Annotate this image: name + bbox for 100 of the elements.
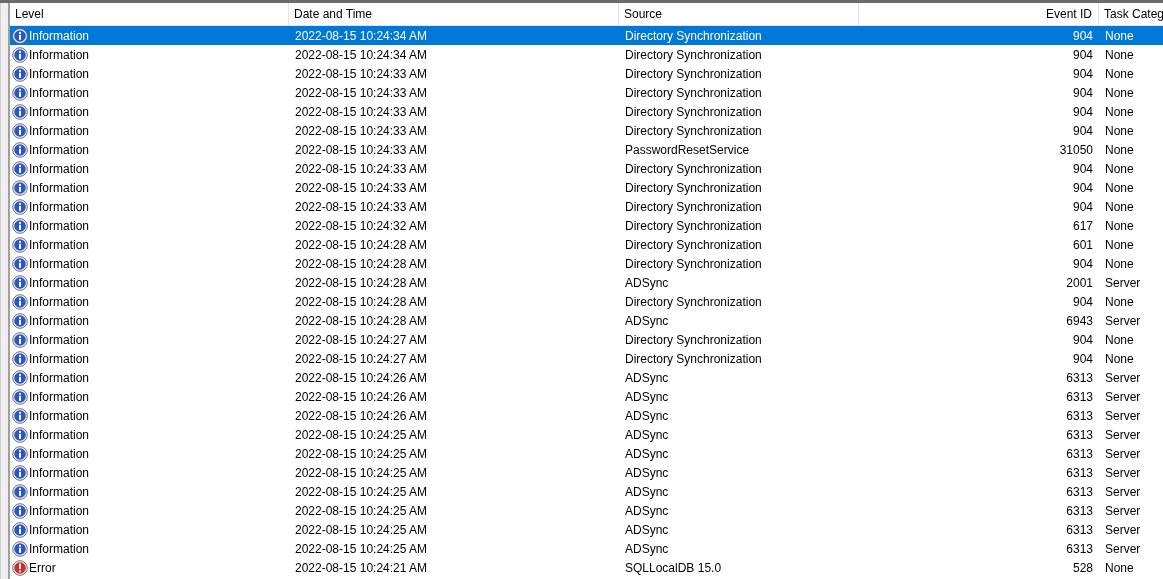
info-icon [12,312,28,329]
table-cell-text: Directory Synchronization [624,217,763,235]
table-cell-text: ADSync [624,483,670,501]
event-row[interactable]: Information 2022-08-15 10:24:33 AM Directory Synchronization 904 None [10,178,1163,197]
table-cell-text: None [1104,198,1134,216]
column-header[interactable]: Level [10,3,289,25]
table-cell-text: Server [1104,407,1141,425]
table-cell-text: 6313 [1065,445,1094,463]
event-row[interactable]: Information 2022-08-15 10:24:33 AM Directory Synchronization 904 None [10,121,1163,140]
table-cell-text: 2022-08-15 10:24:28 AM [294,312,429,330]
table-cell-text: None [1104,27,1134,45]
table-cell-text: Server [1104,483,1141,501]
table-cell-text: 2001 [1065,274,1094,292]
table-cell-text: ADSync [624,521,670,539]
event-row[interactable]: Information 2022-08-15 10:24:26 AM ADSync 6313 Server [10,406,1163,425]
event-row[interactable]: Information 2022-08-15 10:24:26 AM ADSync 6313 Server [10,387,1163,406]
info-icon [12,141,28,158]
event-row[interactable]: Information 2022-08-15 10:24:25 AM ADSync 6313 Server [10,520,1163,539]
table-cell-text: 904 [1071,27,1094,45]
info-icon [12,274,28,291]
table-cell-text: Information [28,217,90,235]
table-cell-text: None [1104,331,1134,349]
event-row[interactable]: Information 2022-08-15 10:24:28 AM ADSync 2001 Server [10,273,1163,292]
event-row[interactable]: Information 2022-08-15 10:24:26 AM ADSync 6313 Server [10,368,1163,387]
table-cell-text: None [1104,65,1134,83]
table-cell-text: 904 [1071,122,1094,140]
table-cell-text: 6313 [1065,464,1094,482]
table-cell-text: ADSync [624,445,670,463]
table-cell-text: 904 [1071,331,1094,349]
table-cell-text: 904 [1071,255,1094,273]
info-icon [12,293,28,310]
column-header[interactable]: Event ID [859,3,1099,25]
table-cell-text: 904 [1071,65,1094,83]
info-icon [12,179,28,196]
event-row[interactable]: Information 2022-08-15 10:24:25 AM ADSync 6313 Server [10,463,1163,482]
table-cell-text: None [1104,84,1134,102]
event-row[interactable]: Information 2022-08-15 10:24:33 AM Directory Synchronization 904 None [10,102,1163,121]
event-row[interactable]: Error 2022-08-15 10:24:21 AM SQLLocalDB 15.0 528 None [10,558,1163,577]
event-row[interactable]: Information 2022-08-15 10:24:33 AM PasswordResetService 31050 None [10,140,1163,159]
event-row[interactable]: Information 2022-08-15 10:24:33 AM Directory Synchronization 904 None [10,64,1163,83]
table-cell-text: None [1104,350,1134,368]
table-cell-text: Information [28,27,90,45]
event-row[interactable]: Information 2022-08-15 10:24:28 AM Directory Synchronization 904 None [10,292,1163,311]
event-row[interactable]: Information 2022-08-15 10:24:25 AM ADSync 6313 Server [10,425,1163,444]
table-cell-text: Information [28,141,90,159]
table-cell-text: 904 [1071,179,1094,197]
table-cell-text: 2022-08-15 10:24:28 AM [294,293,429,311]
event-row[interactable]: Information 2022-08-15 10:24:25 AM ADSync 6313 Server [10,501,1163,520]
table-cell-text: 2022-08-15 10:24:25 AM [294,502,429,520]
table-cell-text: 2022-08-15 10:24:33 AM [294,84,429,102]
table-cell-text: Information [28,540,90,558]
event-row[interactable]: Information 2022-08-15 10:24:33 AM Directory Synchronization 904 None [10,83,1163,102]
table-cell-text: Information [28,198,90,216]
column-header[interactable]: Task Categ [1099,3,1163,25]
event-row[interactable]: Information 2022-08-15 10:24:25 AM ADSync 6313 Server [10,539,1163,558]
table-cell-text: 2022-08-15 10:24:26 AM [294,369,429,387]
table-cell-text: 2022-08-15 10:24:33 AM [294,198,429,216]
info-icon [12,521,28,538]
event-row[interactable]: Information 2022-08-15 10:24:28 AM Directory Synchronization 904 None [10,254,1163,273]
error-icon [12,559,28,576]
table-cell-text: 2022-08-15 10:24:33 AM [294,103,429,121]
table-cell-text: Server [1104,312,1141,330]
table-cell-text: 6313 [1065,388,1094,406]
table-cell-text: 528 [1071,559,1094,577]
table-cell-text: Server [1104,274,1141,292]
table-cell-text: Directory Synchronization [624,198,763,216]
column-header[interactable]: Source [619,3,859,25]
event-row[interactable]: Information 2022-08-15 10:24:25 AM ADSync 6313 Server [10,444,1163,463]
table-cell-text: None [1104,217,1134,235]
event-row[interactable]: Information 2022-08-15 10:24:28 AM ADSync 6943 Server [10,311,1163,330]
table-cell-text: Directory Synchronization [624,122,763,140]
table-cell-text: Information [28,65,90,83]
table-cell-text: Server [1104,521,1141,539]
column-header[interactable]: Date and Time [289,3,619,25]
table-cell-text: ADSync [624,426,670,444]
table-cell-text: 617 [1071,217,1094,235]
table-cell-text: ADSync [624,274,670,292]
table-cell-text: 2022-08-15 10:24:33 AM [294,179,429,197]
event-row[interactable]: Information 2022-08-15 10:24:28 AM Directory Synchronization 601 None [10,235,1163,254]
info-icon [12,502,28,519]
event-row[interactable]: Information 2022-08-15 10:24:27 AM Directory Synchronization 904 None [10,349,1163,368]
table-cell-text: PasswordResetService [624,141,751,159]
table-cell-text: 904 [1071,103,1094,121]
table-cell-text: 2022-08-15 10:24:25 AM [294,540,429,558]
event-row[interactable]: Information 2022-08-15 10:24:27 AM Directory Synchronization 904 None [10,330,1163,349]
table-cell-text: 2022-08-15 10:24:25 AM [294,464,429,482]
table-cell-text: None [1104,122,1134,140]
info-icon [12,27,28,44]
table-cell-text: 2022-08-15 10:24:33 AM [294,65,429,83]
event-row[interactable]: Information 2022-08-15 10:24:34 AM Directory Synchronization 904 None [10,26,1163,45]
table-cell-text: 6313 [1065,483,1094,501]
table-cell-text: Directory Synchronization [624,331,763,349]
event-row[interactable]: Information 2022-08-15 10:24:33 AM Directory Synchronization 904 None [10,159,1163,178]
event-row[interactable]: Information 2022-08-15 10:24:32 AM Directory Synchronization 617 None [10,216,1163,235]
event-row[interactable]: Information 2022-08-15 10:24:34 AM Directory Synchronization 904 None [10,45,1163,64]
event-row[interactable]: Information 2022-08-15 10:24:25 AM ADSync 6313 Server [10,482,1163,501]
table-cell-text: Server [1104,426,1141,444]
table-cell-text: Server [1104,540,1141,558]
event-row[interactable]: Information 2022-08-15 10:24:33 AM Directory Synchronization 904 None [10,197,1163,216]
table-cell-text: Information [28,179,90,197]
